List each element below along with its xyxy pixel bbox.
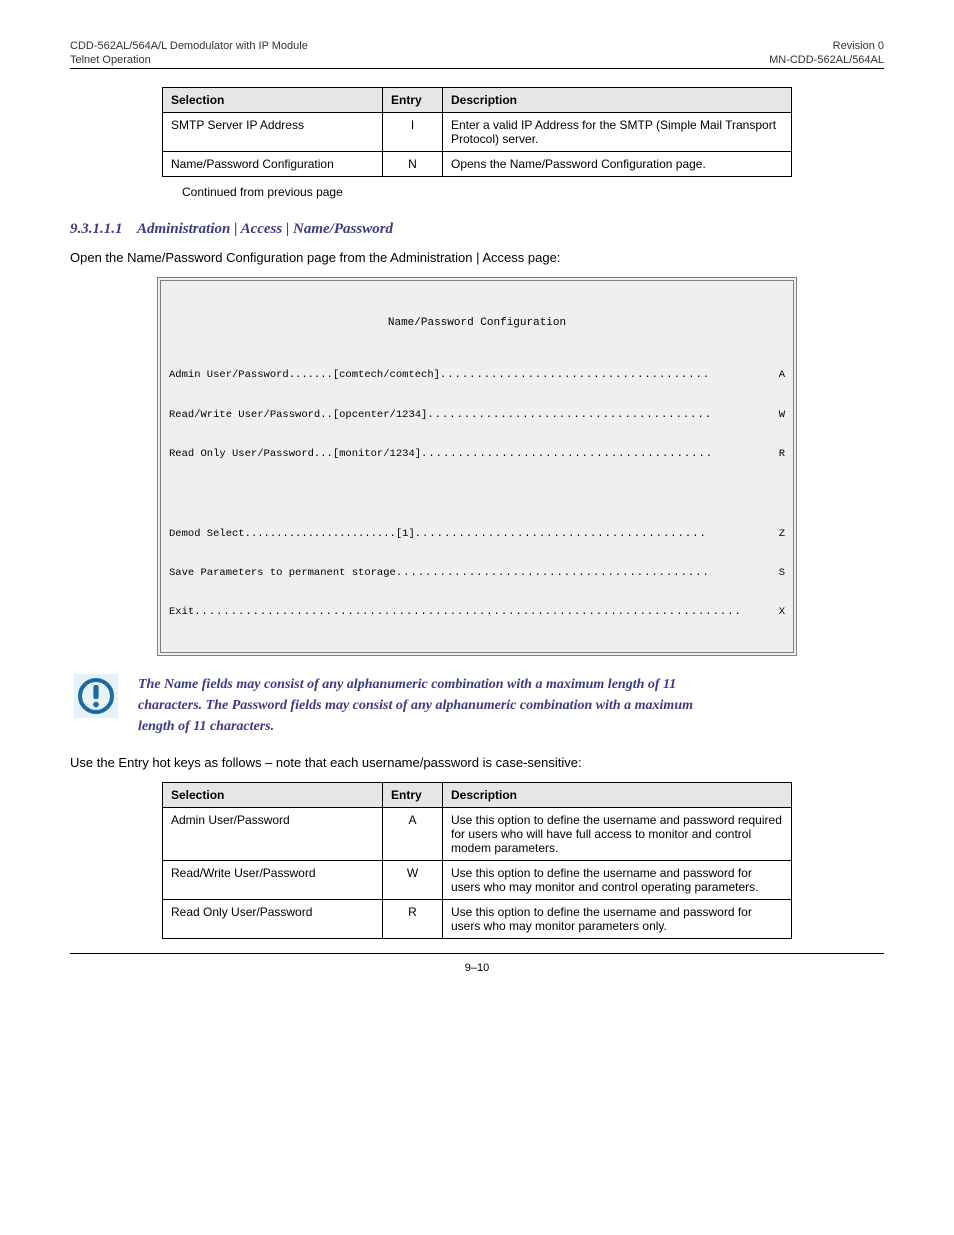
cell-entry: W [383,860,443,899]
terminal-line-left: Admin User/Password.......[comtech/comte… [169,369,440,382]
page-number: 9–10 [70,962,884,974]
col-description-header: Description [443,782,792,807]
cell-entry: A [383,807,443,860]
terminal-line-key: X [779,606,785,619]
cell-selection: Read/Write User/Password [163,860,383,899]
terminal-line-left: Save Parameters to permanent storage [169,567,396,580]
table-row: Name/Password Configuration N Opens the … [163,152,792,177]
cell-entry: I [383,113,443,152]
terminal-line-left: Exit [169,606,194,619]
continued-note: Continued from previous page [182,185,884,199]
section-heading: 9.3.1.1.1 Administration | Access | Name… [70,221,884,238]
section-number: 9.3.1.1.1 [70,221,123,237]
terminal-line-key: R [779,448,785,461]
cell-description: Use this option to define the username a… [443,899,792,938]
col-description-header: Description [443,88,792,113]
page-header-row2: Telnet Operation MN-CDD-562AL/564AL [70,54,884,66]
cell-selection: SMTP Server IP Address [163,113,383,152]
col-selection-header: Selection [163,88,383,113]
cell-entry: R [383,899,443,938]
warning-text: The Name fields may consist of any alpha… [138,674,698,737]
cell-description: Use this option to define the username a… [443,860,792,899]
terminal-line: Admin User/Password.......[comtech/comte… [169,369,785,382]
col-selection-header: Selection [163,782,383,807]
page-header-row1: CDD-562AL/564A/L Demodulator with IP Mod… [70,40,884,52]
table-access-options: Selection Entry Description SMTP Server … [162,87,792,177]
header-left-line1: CDD-562AL/564A/L Demodulator with IP Mod… [70,40,308,52]
cell-description: Opens the Name/Password Configuration pa… [443,152,792,177]
header-right-line2: MN-CDD-562AL/564AL [769,54,884,66]
col-entry-header: Entry [383,782,443,807]
cell-description: Enter a valid IP Address for the SMTP (S… [443,113,792,152]
cell-description: Use this option to define the username a… [443,807,792,860]
terminal-line-left: Read/Write User/Password..[opcenter/1234… [169,409,427,422]
terminal-line: Exit....................................… [169,606,785,619]
cell-selection: Name/Password Configuration [163,152,383,177]
terminal-line-left: Demod Select........................[1] [169,528,415,541]
header-divider [70,68,884,69]
terminal-line: Read Only User/Password...[monitor/1234]… [169,448,785,461]
terminal-line: Demod Select........................[1].… [169,528,785,541]
terminal-line-key: W [779,409,785,422]
table-row: SMTP Server IP Address I Enter a valid I… [163,113,792,152]
table-row: Read/Write User/Password W Use this opti… [163,860,792,899]
terminal-line-key: A [779,369,785,382]
cell-entry: N [383,152,443,177]
terminal-line-key: S [779,567,785,580]
cell-selection: Admin User/Password [163,807,383,860]
section-intro: Open the Name/Password Configuration pag… [70,250,884,265]
warning-callout: The Name fields may consist of any alpha… [70,674,884,737]
table-header-row: Selection Entry Description [163,782,792,807]
terminal-line-left: Read Only User/Password...[monitor/1234] [169,448,421,461]
section-title: Administration | Access | Name/Password [137,221,393,237]
table-row: Read Only User/Password R Use this optio… [163,899,792,938]
table-name-password: Selection Entry Description Admin User/P… [162,782,792,939]
cell-selection: Read Only User/Password [163,899,383,938]
terminal-line-key: Z [779,528,785,541]
terminal-blank-line [169,487,785,501]
header-left-line2: Telnet Operation [70,54,151,66]
alert-icon [74,674,118,718]
table2-intro: Use the Entry hot keys as follows – note… [70,755,884,770]
terminal-line: Read/Write User/Password..[opcenter/1234… [169,409,785,422]
table-row: Admin User/Password A Use this option to… [163,807,792,860]
header-right-line1: Revision 0 [833,40,884,52]
footer-divider [70,953,884,954]
terminal-title: Name/Password Configuration [169,317,785,331]
col-entry-header: Entry [383,88,443,113]
terminal-line: Save Parameters to permanent storage....… [169,567,785,580]
table-header-row: Selection Entry Description [163,88,792,113]
terminal-screenshot: Name/Password Configuration Admin User/P… [157,277,797,656]
